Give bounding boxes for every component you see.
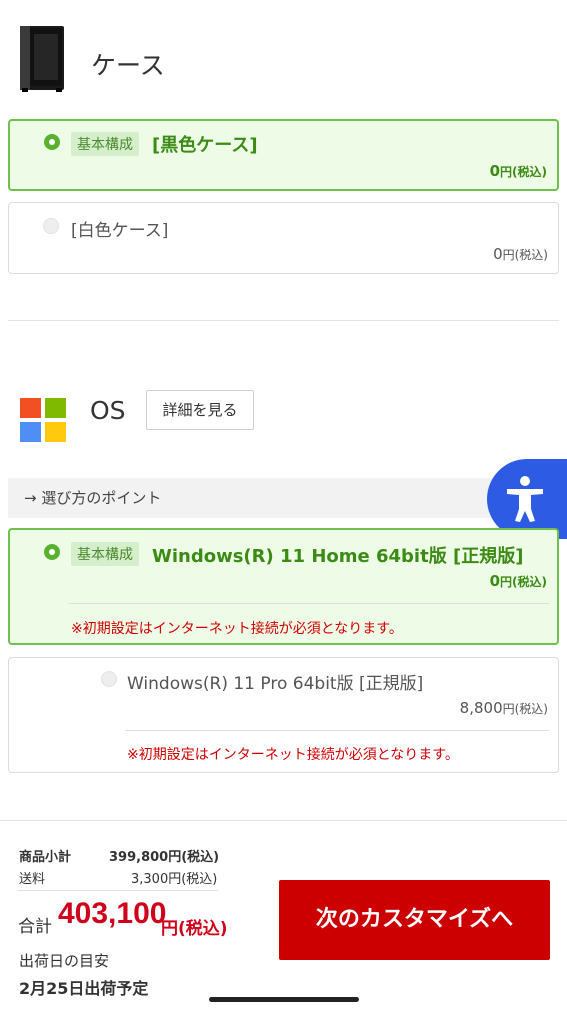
- shipping-value: 3,300円(税込): [131, 872, 218, 887]
- shipping-label: 送料: [19, 872, 46, 887]
- os-option-pro[interactable]: Windows(R) 11 Pro 64bit版 [正規版] 8,800円(税込…: [8, 657, 559, 773]
- section-divider: [8, 320, 559, 321]
- subtotal-label: 商品小計: [19, 850, 72, 865]
- accessibility-icon: [507, 476, 543, 522]
- next-customize-button[interactable]: 次のカスタマイズへ: [279, 880, 550, 960]
- basic-config-badge: 基本構成: [71, 542, 139, 566]
- accessibility-button[interactable]: [487, 459, 567, 539]
- os-section-title: OS: [90, 396, 126, 425]
- option-note: ※初期設定はインターネット接続が必須となります。: [71, 621, 403, 637]
- radio-unselected[interactable]: [101, 671, 117, 687]
- summary-divider: [0, 820, 567, 821]
- case-option-black[interactable]: 基本構成 [黒色ケース] 0円(税込): [8, 119, 559, 191]
- case-option-white[interactable]: [白色ケース] 0円(税込): [8, 202, 559, 274]
- pc-case-icon: [16, 24, 70, 94]
- subtotal-value: 399,800円(税込): [109, 850, 220, 865]
- total-unit: 円(税込): [161, 919, 228, 939]
- option-price: 0円(税込): [489, 572, 547, 590]
- option-divider: [125, 730, 549, 731]
- total-label: 合計: [18, 917, 52, 937]
- radio-selected[interactable]: [44, 544, 60, 560]
- home-indicator: [209, 997, 359, 1002]
- case-section-title: ケース: [91, 51, 165, 80]
- option-price: 0円(税込): [489, 162, 547, 180]
- radio-unselected[interactable]: [43, 218, 59, 234]
- option-label: Windows(R) 11 Pro 64bit版 [正規版]: [127, 674, 424, 694]
- option-label: [白色ケース]: [71, 221, 169, 241]
- ship-date-label: 出荷日の目安: [19, 952, 110, 970]
- basic-config-badge: 基本構成: [71, 132, 139, 156]
- option-label: Windows(R) 11 Home 64bit版 [正規版]: [152, 546, 524, 567]
- option-label: [黒色ケース]: [152, 135, 258, 156]
- os-option-home[interactable]: 基本構成 Windows(R) 11 Home 64bit版 [正規版] 0円(…: [8, 528, 559, 645]
- option-price: 0円(税込): [493, 245, 548, 263]
- windows-logo-icon: [20, 398, 66, 442]
- selection-tips-link[interactable]: → 選び方のポイント: [8, 478, 559, 518]
- option-note: ※初期設定はインターネット接続が必須となります。: [127, 747, 459, 763]
- option-divider: [68, 603, 549, 604]
- option-price: 8,800円(税込): [459, 699, 548, 717]
- radio-selected[interactable]: [44, 134, 60, 150]
- view-details-button[interactable]: 詳細を見る: [146, 390, 254, 430]
- ship-date-value: 2月25日出荷予定: [19, 979, 149, 998]
- summary-inner-divider: [18, 890, 218, 891]
- total-amount: 403,100: [58, 897, 167, 930]
